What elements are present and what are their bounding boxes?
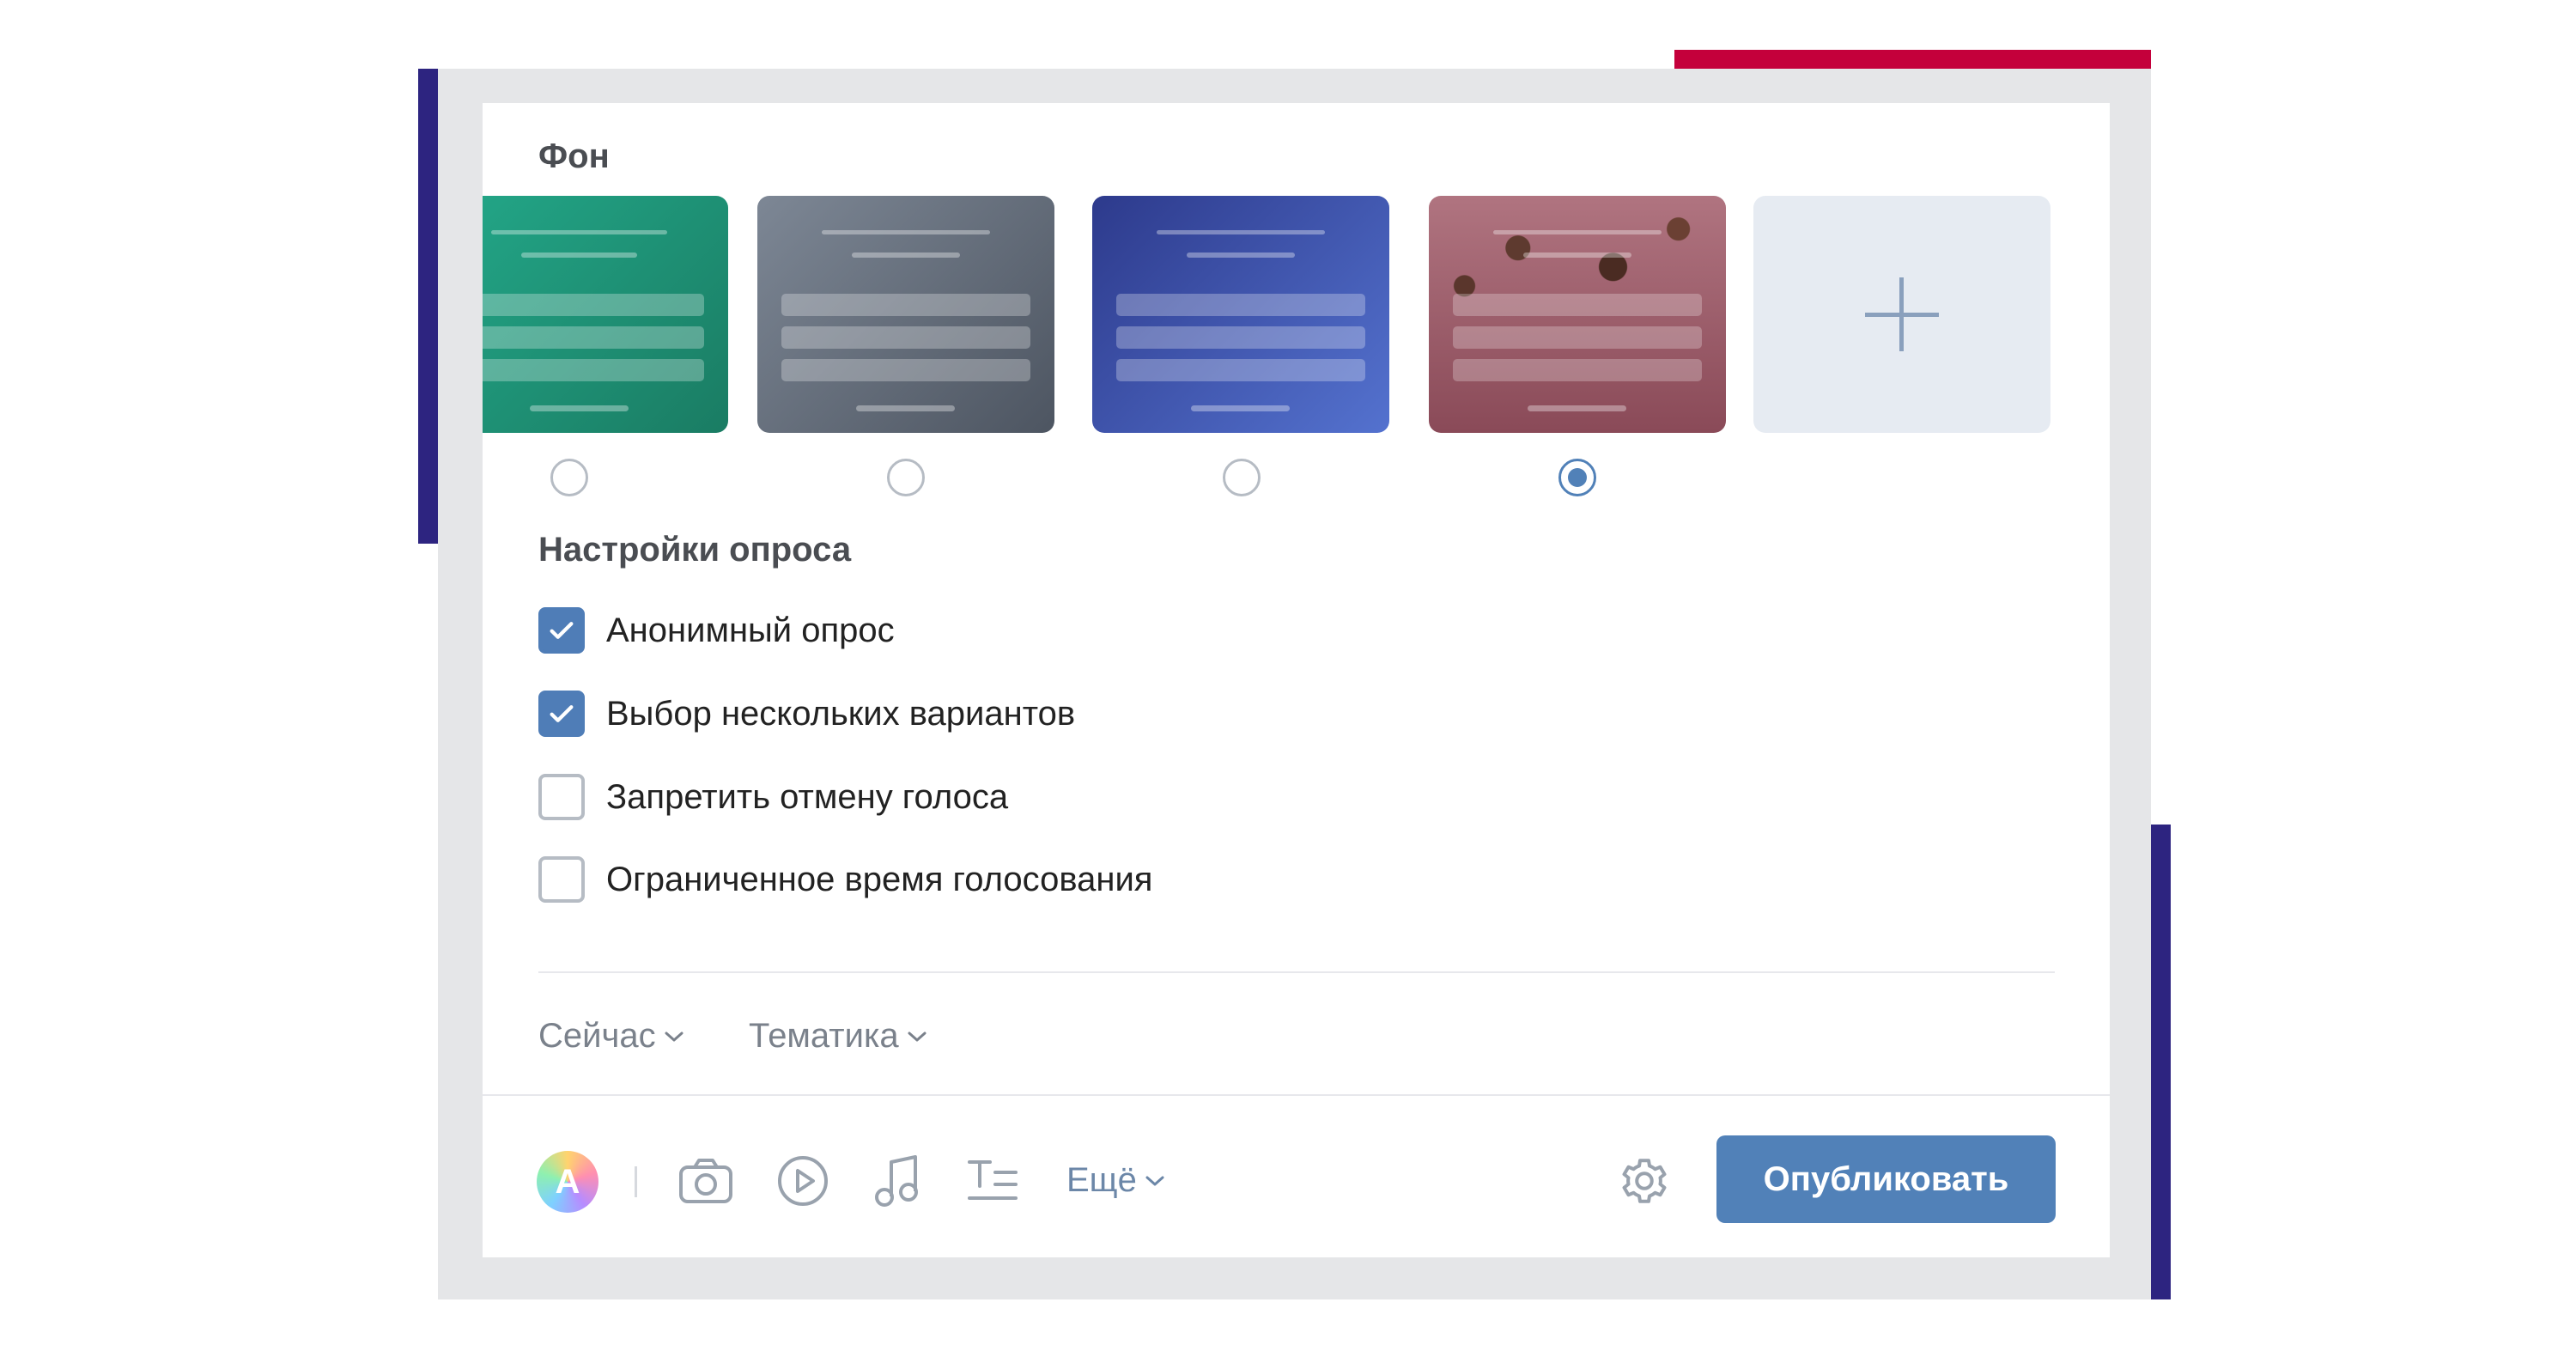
time-dropdown[interactable]: Сейчас: [538, 1017, 685, 1056]
option-label: Ограниченное время голосования: [606, 860, 1153, 898]
option-multiple-choice[interactable]: Выбор нескольких вариантов: [538, 690, 1075, 738]
checkbox-unchecked[interactable]: [538, 774, 585, 820]
background-swatch-blue[interactable]: [1092, 196, 1389, 433]
decor-right-bar: [2151, 825, 2171, 1299]
checkbox-checked[interactable]: [538, 691, 585, 737]
background-radio-blue[interactable]: [1223, 459, 1261, 496]
checkmark-icon: [550, 705, 574, 722]
camera-icon[interactable]: [676, 1151, 736, 1211]
background-swatch-photo[interactable]: [1429, 196, 1726, 433]
poll-editor-card: Фон Настройки опроса Анонимный опрос Выб…: [483, 103, 2110, 1257]
publish-button[interactable]: Опубликовать: [1716, 1135, 2056, 1223]
background-radio-gray[interactable]: [887, 459, 925, 496]
video-play-icon[interactable]: [773, 1151, 833, 1211]
topic-label: Тематика: [749, 1017, 899, 1055]
more-label: Ещё: [1066, 1161, 1137, 1199]
checkmark-icon: [550, 622, 574, 639]
option-label: Анонимный опрос: [606, 611, 895, 649]
toolbar-separator: [635, 1166, 637, 1197]
decor-left-bar: [418, 69, 438, 544]
toolbar-divider: [483, 1094, 2110, 1096]
option-time-limit[interactable]: Ограниченное время голосования: [538, 855, 1152, 904]
poll-settings-title: Настройки опроса: [538, 531, 852, 569]
add-background-button[interactable]: [1753, 196, 2050, 433]
background-swatch-gray[interactable]: [757, 196, 1054, 433]
music-note-icon[interactable]: [867, 1151, 927, 1211]
chevron-down-icon: [1145, 1176, 1164, 1185]
background-section-title: Фон: [538, 137, 610, 175]
text-format-icon[interactable]: [962, 1151, 1022, 1211]
checkbox-checked[interactable]: [538, 607, 585, 654]
decor-red-bar: [1674, 50, 2151, 70]
background-swatch-green[interactable]: [483, 196, 728, 433]
author-avatar-button[interactable]: A: [537, 1151, 598, 1213]
time-label: Сейчас: [538, 1017, 656, 1055]
background-radio-photo[interactable]: [1558, 459, 1596, 496]
divider: [538, 971, 2055, 973]
option-label: Выбор нескольких вариантов: [606, 694, 1076, 733]
option-label: Запретить отмену голоса: [606, 777, 1009, 816]
chevron-down-icon: [908, 1032, 927, 1041]
gear-icon[interactable]: [1614, 1151, 1674, 1211]
more-dropdown[interactable]: Ещё: [1066, 1161, 1166, 1200]
checkbox-unchecked[interactable]: [538, 856, 585, 903]
chevron-down-icon: [665, 1032, 683, 1041]
background-radio-green[interactable]: [550, 459, 588, 496]
option-anonymous[interactable]: Анонимный опрос: [538, 606, 895, 654]
option-forbid-revote[interactable]: Запретить отмену голоса: [538, 773, 1008, 821]
topic-dropdown[interactable]: Тематика: [749, 1017, 928, 1056]
